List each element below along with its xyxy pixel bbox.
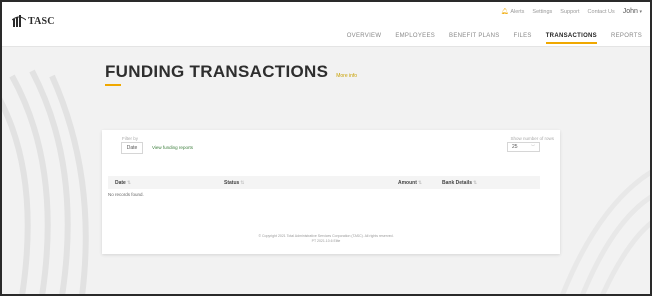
column-amount[interactable]: Amount⇅ bbox=[398, 180, 422, 186]
page-title: FUNDING TRANSACTIONS bbox=[105, 62, 329, 81]
support-link[interactable]: Support bbox=[560, 9, 579, 15]
sort-icon: ⇅ bbox=[240, 180, 245, 186]
more-info-link[interactable]: More info bbox=[336, 73, 357, 79]
tasc-logo[interactable]: TASC bbox=[12, 14, 55, 28]
alerts-link[interactable]: 🔔︎ Alerts bbox=[501, 8, 525, 15]
nav-transactions[interactable]: TRANSACTIONS bbox=[545, 33, 597, 44]
empty-table-message: No records found. bbox=[108, 192, 144, 197]
nav-benefit-plans[interactable]: BENEFIT PLANS bbox=[449, 33, 499, 44]
footer: © Copyright 2021 Total Administrative Se… bbox=[2, 234, 650, 244]
column-status-label: Status bbox=[224, 180, 240, 186]
date-filter-button[interactable]: Date bbox=[121, 142, 143, 154]
main-nav: OVERVIEW EMPLOYEES BENEFIT PLANS FILES T… bbox=[347, 33, 642, 44]
alerts-label: Alerts bbox=[510, 9, 525, 15]
top-header: TASC 🔔︎ Alerts Settings Support Contact U… bbox=[2, 2, 650, 47]
settings-link[interactable]: Settings bbox=[532, 9, 552, 15]
column-date[interactable]: Date⇅ bbox=[115, 180, 131, 186]
table-header: Date⇅ Status⇅ Amount⇅ Bank Details⇅ bbox=[108, 176, 540, 189]
column-bank-details[interactable]: Bank Details⇅ bbox=[442, 180, 477, 186]
rows-value: 25 bbox=[512, 144, 518, 150]
page-title-row: FUNDING TRANSACTIONS More info bbox=[105, 62, 357, 82]
app-frame: TASC 🔔︎ Alerts Settings Support Contact U… bbox=[0, 0, 652, 296]
title-accent-bar bbox=[105, 84, 121, 86]
chevron-down-icon: ▾ bbox=[639, 9, 642, 15]
chevron-down-icon: ﹀ bbox=[531, 144, 535, 149]
column-amount-label: Amount bbox=[398, 180, 417, 186]
utility-nav: 🔔︎ Alerts Settings Support Contact Us Joh… bbox=[501, 8, 642, 15]
version-text: PT 2021.10.6 Elite bbox=[311, 239, 341, 243]
column-status[interactable]: Status⇅ bbox=[224, 180, 244, 186]
sort-icon: ⇅ bbox=[126, 180, 132, 186]
nav-files[interactable]: FILES bbox=[514, 33, 532, 44]
view-funding-reports-link[interactable]: View funding reports bbox=[152, 145, 193, 150]
contact-link[interactable]: Contact Us bbox=[588, 9, 615, 15]
user-name: John bbox=[622, 8, 638, 15]
filter-label: Filter by bbox=[122, 136, 139, 141]
sort-icon: ⇅ bbox=[473, 180, 478, 186]
column-date-label: Date bbox=[115, 180, 126, 186]
sort-icon: ⇅ bbox=[417, 180, 423, 186]
user-menu[interactable]: John ▾ bbox=[623, 8, 642, 15]
nav-reports[interactable]: REPORTS bbox=[611, 33, 642, 44]
brand-name: TASC bbox=[28, 15, 55, 27]
rows-per-page-select[interactable]: 25 ﹀ bbox=[507, 142, 540, 152]
rows-label: Show number of rows bbox=[510, 136, 554, 141]
tasc-logo-icon bbox=[12, 15, 26, 27]
column-bank-details-label: Bank Details bbox=[442, 180, 473, 186]
bell-icon: 🔔︎ bbox=[500, 9, 509, 15]
nav-overview[interactable]: OVERVIEW bbox=[347, 33, 382, 44]
nav-employees[interactable]: EMPLOYEES bbox=[395, 33, 435, 44]
